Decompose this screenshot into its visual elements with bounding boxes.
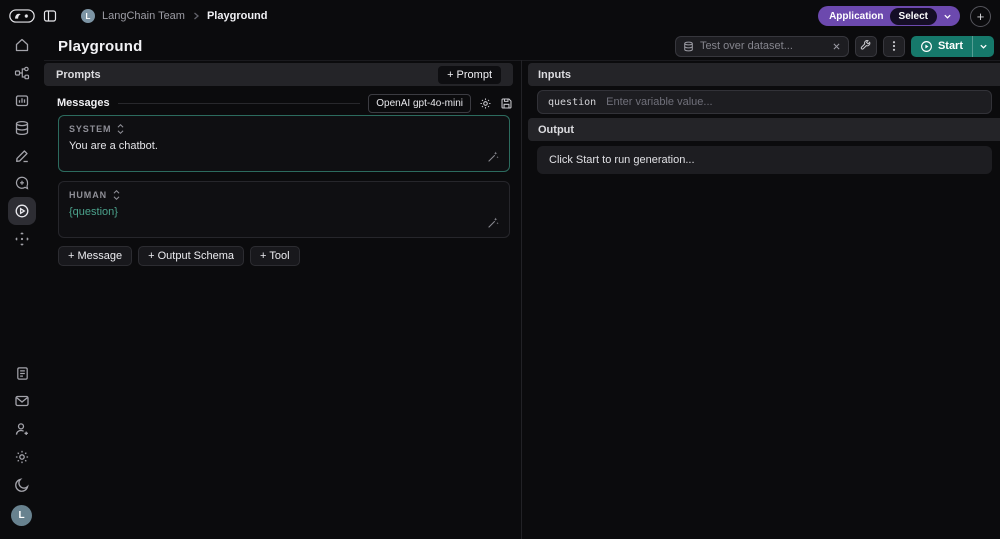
pencil-icon: [14, 148, 30, 164]
application-select-chip[interactable]: Select: [889, 7, 937, 25]
variable-value-input[interactable]: [606, 96, 981, 108]
prompts-header: Prompts + Prompt: [44, 63, 513, 86]
output-placeholder-row: Click Start to run generation...: [537, 146, 992, 174]
start-button-label: Start: [937, 40, 963, 52]
page-title: Playground: [58, 37, 143, 55]
new-button[interactable]: +: [970, 5, 991, 27]
messages-label: Messages: [57, 97, 110, 109]
improve-prompt-wand-icon[interactable]: [486, 216, 500, 230]
more-options-button[interactable]: [882, 35, 905, 57]
moon-icon: [14, 477, 30, 493]
output-header-label: Output: [538, 123, 575, 136]
home-icon: [14, 37, 30, 53]
inputs-header-label: Inputs: [538, 68, 571, 81]
top-bar: L LangChain Team Playground Application …: [0, 0, 1000, 32]
add-message-button[interactable]: + Message: [58, 246, 133, 266]
sidebar-item-monitoring[interactable]: [8, 86, 36, 114]
sidebar-item-tracing-projects[interactable]: [8, 59, 36, 87]
prompts-panel: Prompts + Prompt Messages OpenAI gpt-4o-…: [44, 60, 521, 539]
save-prompt-button[interactable]: [500, 97, 513, 110]
tracing-projects-icon: [14, 65, 30, 81]
database-icon: [683, 41, 694, 52]
variable-name-label: question: [548, 96, 597, 108]
gear-icon: [479, 97, 492, 110]
system-message-box[interactable]: SYSTEM You are a chatbot.: [58, 115, 510, 172]
human-message-box[interactable]: HUMAN {question}: [58, 181, 510, 238]
message-actions: + Message + Output Schema + Tool: [58, 246, 300, 266]
chat-plus-icon: [14, 175, 30, 191]
sidebar-item-feedback[interactable]: [8, 169, 36, 197]
sidebar-toggle-icon[interactable]: [43, 9, 57, 23]
message-role-label: HUMAN: [69, 190, 107, 200]
breadcrumb-chevron-icon: [192, 12, 200, 20]
model-settings-button[interactable]: [479, 97, 492, 110]
start-button[interactable]: Start: [910, 35, 994, 57]
mail-icon: [14, 393, 30, 409]
breadcrumb-team[interactable]: LangChain Team: [102, 10, 185, 22]
add-tool-button[interactable]: + Tool: [250, 246, 300, 266]
dataset-search-input[interactable]: [699, 40, 826, 52]
sidebar-item-home[interactable]: [8, 31, 36, 59]
add-output-schema-button[interactable]: + Output Schema: [138, 246, 245, 266]
prompt-wrench-button[interactable]: [854, 35, 877, 57]
wrench-icon: [860, 40, 872, 52]
role-selector-chevrons-icon[interactable]: [116, 123, 125, 135]
save-icon: [500, 97, 513, 110]
kebab-menu-icon: [888, 40, 900, 52]
sidebar-item-annotation-queues[interactable]: [8, 142, 36, 170]
sidebar-item-docs[interactable]: [8, 359, 36, 387]
output-placeholder-text: Click Start to run generation...: [549, 154, 695, 166]
langsmith-logo[interactable]: [9, 9, 35, 23]
application-label: Application: [829, 10, 884, 22]
document-icon: [15, 366, 30, 381]
prompts-header-label: Prompts: [56, 68, 101, 81]
role-selector-chevrons-icon[interactable]: [112, 189, 121, 201]
monitoring-icon: [14, 92, 30, 108]
application-button[interactable]: Application Select: [818, 6, 960, 26]
start-options-chevron[interactable]: [973, 36, 994, 57]
user-avatar[interactable]: L: [11, 505, 32, 526]
output-header: Output: [528, 118, 1000, 141]
add-prompt-button[interactable]: + Prompt: [438, 65, 501, 84]
model-selector[interactable]: OpenAI gpt-4o-mini: [368, 93, 471, 113]
sidebar-item-datasets[interactable]: [8, 114, 36, 142]
messages-divider: [117, 102, 361, 104]
sidebar-item-settings[interactable]: [8, 443, 36, 471]
sidebar-item-dark-mode[interactable]: [8, 471, 36, 499]
improve-prompt-wand-icon[interactable]: [486, 150, 500, 164]
inputs-header: Inputs: [528, 63, 1000, 86]
human-message-text[interactable]: {question}: [69, 206, 499, 218]
sidebar-item-invite-user[interactable]: [8, 415, 36, 443]
sidebar-item-email[interactable]: [8, 387, 36, 415]
sidebar-item-playground[interactable]: [8, 197, 36, 225]
messages-toolbar: Messages OpenAI gpt-4o-mini: [57, 93, 513, 113]
gear-icon: [14, 449, 30, 465]
message-role-label: SYSTEM: [69, 124, 112, 134]
sidebar-item-deployments[interactable]: [8, 225, 36, 253]
chevron-down-icon: [943, 12, 952, 21]
variable-row: question: [537, 90, 992, 114]
user-plus-icon: [14, 421, 30, 437]
play-circle-icon: [920, 40, 933, 53]
deployments-icon: [14, 231, 30, 247]
datasets-icon: [14, 120, 30, 136]
x-icon[interactable]: [832, 42, 841, 51]
dataset-search[interactable]: [674, 35, 849, 57]
team-avatar: L: [81, 9, 95, 23]
system-message-text[interactable]: You are a chatbot.: [69, 140, 499, 152]
breadcrumb-page: Playground: [206, 10, 268, 22]
playground-icon: [14, 203, 30, 219]
io-panel: Inputs question Output Click Start to ru…: [521, 60, 1000, 539]
breadcrumb: L LangChain Team Playground: [81, 9, 267, 23]
page-header: Playground Test over dataset... Start: [44, 32, 1000, 60]
